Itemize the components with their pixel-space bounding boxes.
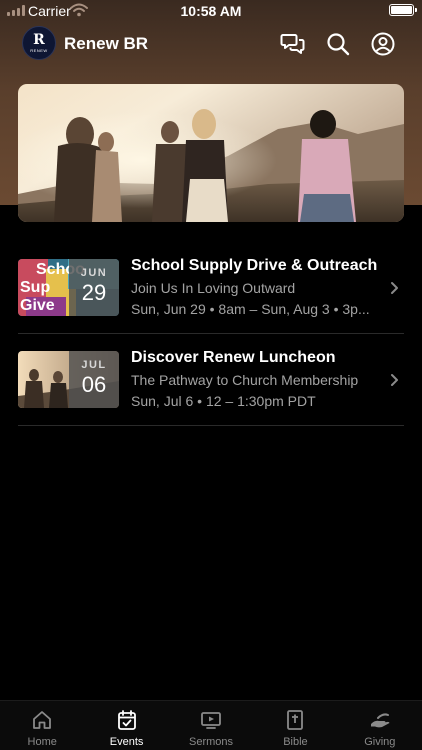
logo-text: RENEW: [30, 48, 48, 53]
event-time: Sun, Jul 6 • 12 – 1:30pm PDT: [131, 393, 316, 409]
tab-bar: Home Events Sermons Bible Giving: [0, 700, 422, 750]
date-day: 06: [81, 372, 107, 397]
thumb-text-line-2: Sup: [20, 279, 50, 296]
date-badge: JUL 06: [69, 351, 119, 408]
tab-sermons[interactable]: Sermons: [169, 701, 253, 750]
event-title: School Supply Drive & Outreach: [131, 257, 378, 274]
logo-letter: R: [33, 32, 45, 48]
app-title: Renew BR: [64, 34, 149, 53]
church-logo[interactable]: R RENEW: [22, 26, 56, 60]
tab-bible[interactable]: Bible: [253, 701, 337, 750]
tab-home[interactable]: Home: [0, 701, 84, 750]
home-icon: [33, 711, 52, 729]
thumb-text-line-3: Give: [20, 297, 55, 314]
status-time: 10:58 AM: [180, 3, 242, 19]
event-subtitle: The Pathway to Church Membership: [131, 372, 359, 388]
calendar-icon: [117, 710, 136, 730]
date-month: JUN: [80, 267, 108, 279]
tab-events[interactable]: Events: [84, 701, 168, 750]
event-row[interactable]: Schoo Sup Give JUN 29 School Supply Driv…: [18, 242, 404, 334]
date-badge: JUN 29: [69, 259, 119, 316]
bible-icon: [287, 710, 304, 730]
tab-label-events: Events: [109, 736, 144, 748]
tab-label-giving: Giving: [364, 736, 396, 748]
date-month: JUL: [81, 359, 107, 371]
giving-hand-icon: [370, 713, 390, 728]
chevron-right-icon: [391, 282, 398, 294]
date-day: 29: [81, 280, 107, 305]
hero-image[interactable]: [18, 84, 404, 222]
tab-label-bible: Bible: [283, 736, 308, 748]
event-title: Discover Renew Luncheon: [131, 349, 336, 366]
chat-icon[interactable]: [280, 31, 306, 57]
app-header: R RENEW Renew BR: [0, 26, 422, 62]
profile-icon[interactable]: [370, 31, 396, 57]
search-icon[interactable]: [325, 31, 351, 57]
event-list: Schoo Sup Give JUN 29 School Supply Driv…: [0, 242, 422, 426]
event-row[interactable]: JUL 06 Discover Renew Luncheon The Pathw…: [18, 334, 404, 426]
tab-label-sermons: Sermons: [189, 736, 234, 748]
tab-label-home: Home: [27, 736, 57, 748]
tab-giving[interactable]: Giving: [338, 701, 422, 750]
battery-icon: [389, 4, 417, 16]
event-time: Sun, Jun 29 • 8am – Sun, Aug 3 • 3p...: [131, 301, 370, 317]
hero-photo: [18, 84, 404, 222]
chevron-right-icon: [391, 374, 398, 386]
event-thumbnail: Schoo Sup Give JUN 29: [18, 259, 119, 316]
status-bar: Carrier 10:58 AM: [0, 0, 422, 22]
event-thumbnail: JUL 06: [18, 351, 119, 408]
event-subtitle: Join Us In Loving Outward: [131, 280, 296, 296]
video-icon: [201, 712, 221, 729]
